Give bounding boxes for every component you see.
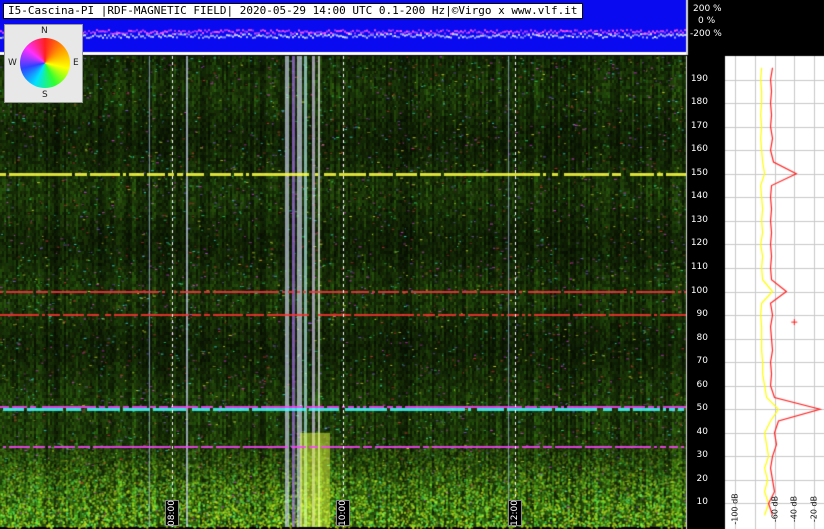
freq-tick-label: 50	[696, 403, 708, 414]
freq-tick-label: 130	[690, 214, 708, 225]
compass-west-label: W	[8, 58, 17, 68]
direction-compass: N S E W	[4, 24, 83, 103]
compass-east-label: E	[73, 58, 79, 68]
compass-south-label: S	[42, 90, 48, 100]
chart-title: I5-Cascina-PI |RDF-MAGNETIC FIELD| 2020-…	[3, 3, 583, 19]
freq-tick-label: 100	[690, 285, 708, 296]
strip-scale-bottom: -200 %	[690, 29, 722, 39]
direction-color-wheel	[20, 38, 70, 88]
freq-tick-label: 80	[696, 332, 708, 343]
freq-tick-label: 170	[690, 120, 708, 131]
strip-scale-zero: 0 %	[698, 16, 716, 26]
freq-tick-label: 10	[696, 497, 708, 508]
freq-tick-label: 60	[696, 379, 708, 390]
freq-tick-label: 190	[690, 73, 708, 84]
freq-tick-label: 120	[690, 238, 708, 249]
freq-tick-label: 70	[696, 356, 708, 367]
time-tick-label: 08:00	[165, 500, 179, 526]
freq-tick-label: 180	[690, 97, 708, 108]
db-tick-label: -40 dB	[789, 495, 799, 523]
freq-tick-label: 30	[696, 450, 708, 461]
freq-tick-label: 20	[696, 473, 708, 484]
freq-tick-label: 40	[696, 426, 708, 437]
freq-tick-label: 110	[690, 261, 708, 272]
time-tick-label: 10:00	[336, 500, 350, 526]
freq-tick-label: 90	[696, 309, 708, 320]
db-tick-label: -100 dB	[730, 493, 740, 525]
freq-tick-label: 160	[690, 144, 708, 155]
time-tick-label: 12:00	[508, 500, 522, 526]
db-tick-label: -20 dB	[809, 495, 819, 523]
compass-north-label: N	[41, 26, 48, 36]
db-tick-label: -60 dB	[770, 495, 780, 523]
strip-scale-top: 200 %	[693, 4, 722, 14]
freq-tick-label: 150	[690, 167, 708, 178]
freq-tick-label: 140	[690, 191, 708, 202]
